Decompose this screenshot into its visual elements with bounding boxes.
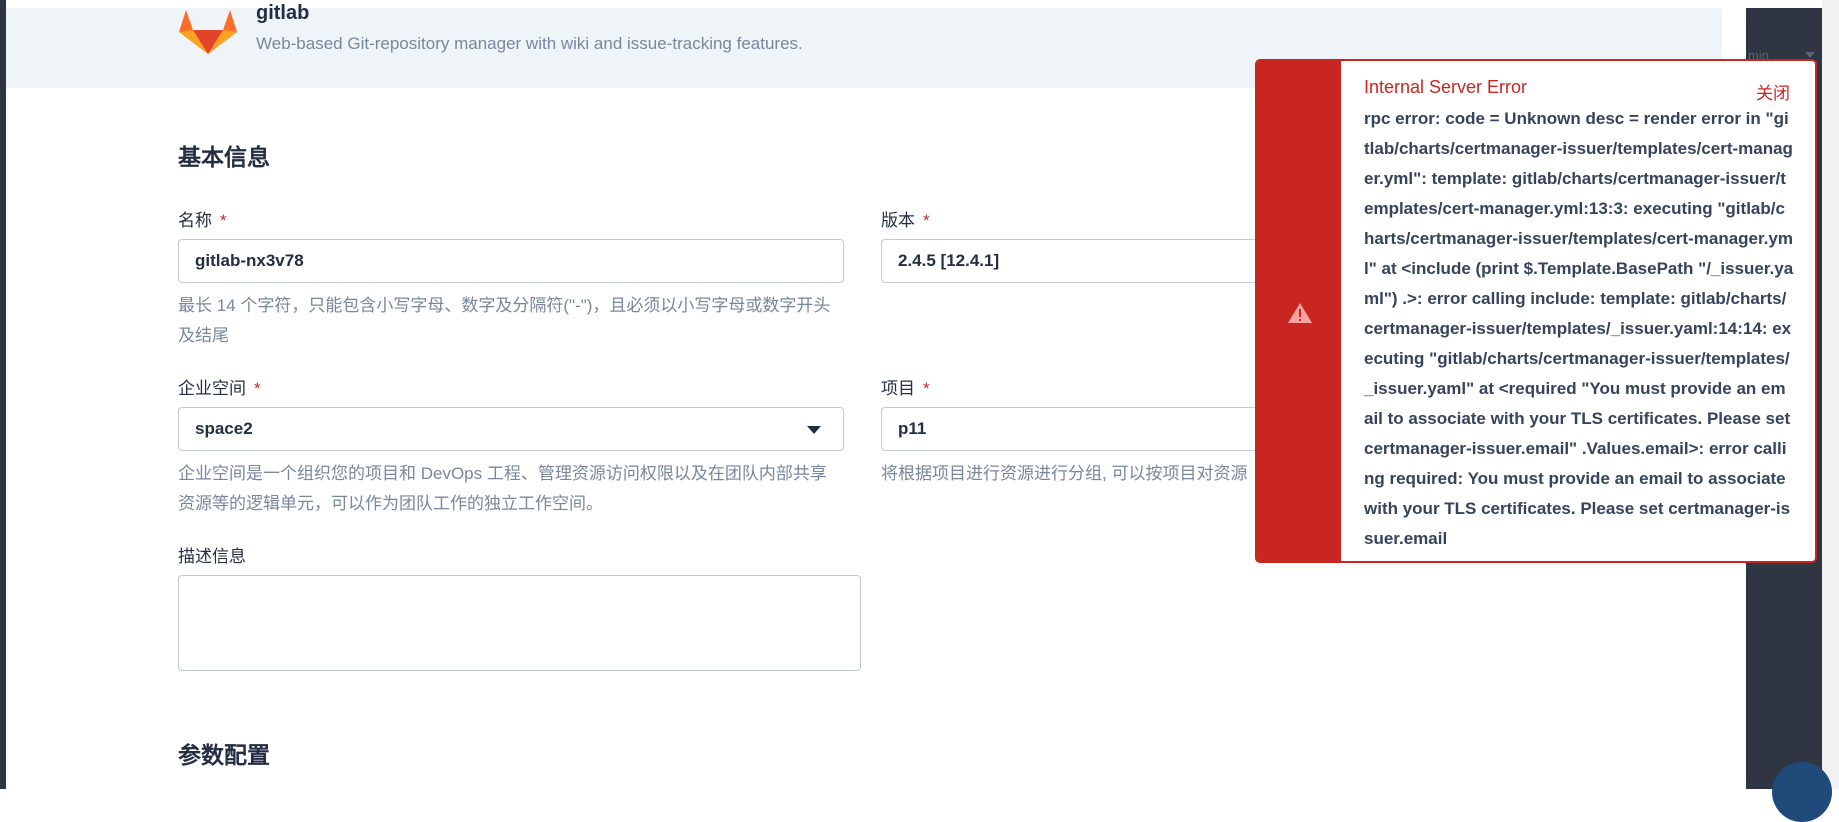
app-description: Web-based Git-repository manager with wi… (256, 34, 803, 53)
help-fab-button[interactable] (1772, 762, 1832, 822)
required-mark: * (254, 379, 261, 398)
version-select[interactable]: 2.4.5 [12.4.1] (881, 239, 1281, 283)
required-mark: * (923, 211, 930, 230)
user-menu-caret-icon[interactable] (1805, 52, 1815, 58)
name-input[interactable]: gitlab-nx3v78 (178, 239, 844, 283)
workspace-select-value: space2 (195, 419, 253, 438)
name-input-value: gitlab-nx3v78 (195, 251, 304, 270)
section-title-basic-info: 基本信息 (178, 144, 270, 170)
gitlab-logo-icon (179, 10, 237, 54)
required-mark: * (220, 211, 227, 230)
version-label: 版本 * (881, 206, 930, 231)
error-sidebar (1257, 61, 1341, 561)
name-label: 名称 * (178, 206, 227, 231)
required-mark: * (923, 379, 930, 398)
chevron-down-icon (807, 426, 821, 434)
warning-icon (1288, 303, 1312, 323)
version-label-text: 版本 (881, 211, 915, 230)
section-title-params: 参数配置 (178, 742, 270, 768)
error-title: Internal Server Error (1364, 77, 1528, 97)
name-label-text: 名称 (178, 211, 212, 230)
close-button[interactable]: 关闭 (1756, 79, 1790, 104)
scrollbar[interactable] (1822, 0, 1839, 789)
name-hint: 最长 14 个字符，只能包含小写字母、数字及分隔符("-")，且必须以小写字母或… (178, 296, 831, 345)
version-select-value: 2.4.5 [12.4.1] (898, 251, 1000, 270)
project-label-text: 项目 (881, 379, 915, 398)
workspace-label-text: 企业空间 (178, 379, 246, 398)
project-label: 项目 * (881, 374, 930, 399)
project-select-value: p11 (898, 419, 927, 438)
workspace-hint: 企业空间是一个组织您的项目和 DevOps 工程、管理资源访问权限以及在团队内部… (178, 464, 827, 513)
project-hint: 将根据项目进行资源进行分组, 可以按项目对资源 (881, 464, 1248, 483)
description-label: 描述信息 (178, 547, 246, 566)
error-message: rpc error: code = Unknown desc = render … (1364, 109, 1794, 548)
workspace-label: 企业空间 * (178, 374, 261, 399)
app-name: gitlab (256, 2, 310, 24)
project-select[interactable]: p11 (881, 407, 1281, 451)
description-textarea[interactable] (178, 575, 861, 671)
workspace-select[interactable]: space2 (178, 407, 844, 451)
error-notification: Internal Server Error 关闭 rpc error: code… (1255, 59, 1817, 563)
